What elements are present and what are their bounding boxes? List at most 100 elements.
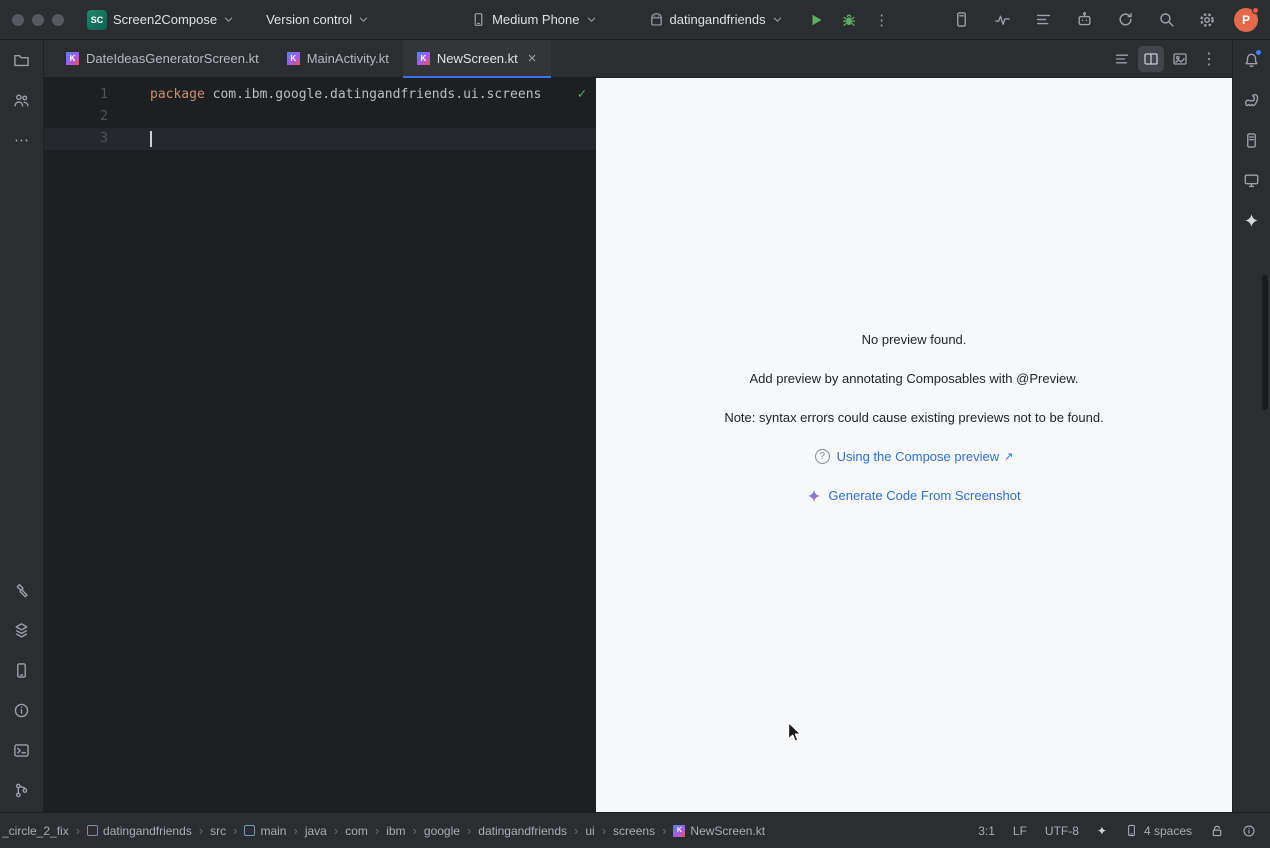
notification-dot (1252, 7, 1259, 14)
terminal-tool-button[interactable] (8, 736, 36, 764)
tab-mainactivity[interactable]: K MainActivity.kt (273, 40, 403, 77)
chevron-separator-icon: › (467, 823, 471, 838)
chevron-down-icon (586, 14, 597, 25)
line-number[interactable]: 1 (44, 84, 108, 106)
chevron-separator-icon: › (602, 823, 606, 838)
window-zoom-button[interactable] (52, 14, 64, 26)
encoding-widget[interactable]: UTF-8 (1045, 824, 1079, 838)
app-inspection-tool-button[interactable] (8, 616, 36, 644)
more-vertical-icon: ⋮ (1201, 49, 1217, 69)
build-tool-button[interactable] (8, 576, 36, 604)
breadcrumb-item[interactable]: main (244, 824, 286, 838)
code-line-current[interactable]: 3 (44, 128, 596, 150)
logcat-button[interactable] (1029, 6, 1057, 34)
breadcrumb-item[interactable]: src (210, 824, 226, 838)
more-vertical-icon: ⋮ (874, 11, 889, 29)
more-tool-windows-button[interactable]: ⋯ (8, 126, 36, 154)
chevron-separator-icon: › (233, 823, 237, 838)
debug-button[interactable] (835, 6, 863, 34)
project-icon: SC (87, 10, 107, 30)
breadcrumb-item[interactable]: java (305, 824, 327, 838)
main-area: ⋯ K (0, 40, 1270, 812)
generate-code-from-screenshot-link[interactable]: Generate Code From Screenshot (807, 488, 1020, 503)
run-button[interactable] (802, 6, 830, 34)
resource-manager-tool-button[interactable] (8, 86, 36, 114)
breadcrumb-item[interactable]: datingandfriends (87, 824, 192, 838)
tab-label: MainActivity.kt (307, 51, 389, 66)
running-devices-tool-button[interactable] (1238, 166, 1266, 194)
version-control-tool-button[interactable] (8, 776, 36, 804)
breadcrumb-item[interactable]: ibm (386, 824, 405, 838)
syntax-error-note: Note: syntax errors could cause existing… (724, 410, 1103, 425)
settings-button[interactable] (1193, 6, 1221, 34)
editor-zone: K DateIdeasGeneratorScreen.kt K MainActi… (44, 40, 1232, 812)
breadcrumb-item[interactable]: com (345, 824, 368, 838)
inspections-ok-icon[interactable]: ✓ (578, 86, 586, 102)
project-tool-button[interactable] (8, 46, 36, 74)
run-configuration-selector[interactable]: datingandfriends (642, 8, 790, 31)
gemini-tool-button[interactable] (1238, 206, 1266, 234)
gradle-tool-button[interactable] (1238, 86, 1266, 114)
gemini-status-icon[interactable]: ✦ (1097, 824, 1107, 838)
code-text[interactable] (108, 128, 150, 150)
info-icon[interactable] (1242, 824, 1256, 838)
tab-dateideasgeneratorscreen[interactable]: K DateIdeasGeneratorScreen.kt (52, 40, 273, 77)
code-view-button[interactable] (1109, 46, 1135, 72)
kotlin-file-icon: K (66, 52, 79, 65)
device-explorer-tool-button[interactable] (1238, 126, 1266, 154)
notifications-button[interactable] (1238, 46, 1266, 74)
sync-project-button[interactable] (1111, 6, 1139, 34)
code-text[interactable] (108, 106, 150, 128)
close-tab-icon[interactable]: × (528, 51, 537, 66)
chevron-separator-icon: › (334, 823, 338, 838)
code-text[interactable]: package com.ibm.google.datingandfriends.… (108, 84, 541, 106)
breadcrumb-item[interactable]: google (424, 824, 460, 838)
kotlin-file-icon: K (417, 52, 430, 65)
project-name: Screen2Compose (113, 12, 217, 27)
help-question-icon: ? (815, 449, 830, 464)
read-only-lock-icon[interactable] (1210, 824, 1224, 838)
titlebar-right-actions: P (947, 6, 1258, 34)
breadcrumb-item[interactable]: screens (613, 824, 655, 838)
code-line[interactable]: 1 package com.ibm.google.datingandfriend… (44, 84, 596, 106)
breadcrumb: _circle_2_fix › datingandfriends › src ›… (2, 823, 765, 838)
scrollbar-thumb[interactable] (1262, 275, 1268, 410)
breadcrumb-item-file[interactable]: KNewScreen.kt (673, 824, 765, 838)
more-actions-button[interactable]: ⋮ (868, 6, 896, 34)
window-minimize-button[interactable] (32, 14, 44, 26)
problems-tool-button[interactable] (8, 696, 36, 724)
device-manager-button[interactable] (947, 6, 975, 34)
version-control-widget[interactable]: Version control (259, 8, 376, 31)
device-selector[interactable]: Medium Phone (464, 8, 603, 31)
avatar-initial: P (1242, 13, 1250, 27)
right-tool-stripe (1232, 40, 1270, 812)
code-editor[interactable]: 1 package com.ibm.google.datingandfriend… (44, 78, 596, 812)
tab-newscreen[interactable]: K NewScreen.kt × (403, 40, 551, 77)
run-config-icon (649, 12, 664, 27)
breadcrumb-item[interactable]: datingandfriends (478, 824, 567, 838)
split-view-button[interactable] (1138, 46, 1164, 72)
chevron-separator-icon: › (375, 823, 379, 838)
compose-preview-help-link[interactable]: ? Using the Compose preview ↗ (815, 449, 1014, 464)
profiler-button[interactable] (988, 6, 1016, 34)
breadcrumb-item[interactable]: ui (585, 824, 594, 838)
design-view-button[interactable] (1167, 46, 1193, 72)
project-widget[interactable]: SC Screen2Compose (80, 6, 241, 34)
window-controls (12, 14, 64, 26)
breadcrumb-item[interactable]: _circle_2_fix (2, 824, 69, 838)
run-configuration-label: datingandfriends (670, 12, 766, 27)
version-control-label: Version control (266, 12, 352, 27)
cursor-position-widget[interactable]: 3:1 (978, 824, 995, 838)
search-everywhere-button[interactable] (1152, 6, 1180, 34)
ai-assistant-button[interactable] (1070, 6, 1098, 34)
line-number[interactable]: 3 (44, 128, 108, 150)
editor-more-options-button[interactable]: ⋮ (1196, 46, 1222, 72)
window-close-button[interactable] (12, 14, 24, 26)
line-number[interactable]: 2 (44, 106, 108, 128)
line-ending-widget[interactable]: LF (1013, 824, 1027, 838)
package-path: com.ibm.google.datingandfriends.ui.scree… (205, 87, 542, 102)
device-manager-tool-button[interactable] (8, 656, 36, 684)
user-avatar[interactable]: P (1234, 8, 1258, 32)
indent-widget[interactable]: 4 spaces (1125, 824, 1192, 838)
code-line[interactable]: 2 (44, 106, 596, 128)
